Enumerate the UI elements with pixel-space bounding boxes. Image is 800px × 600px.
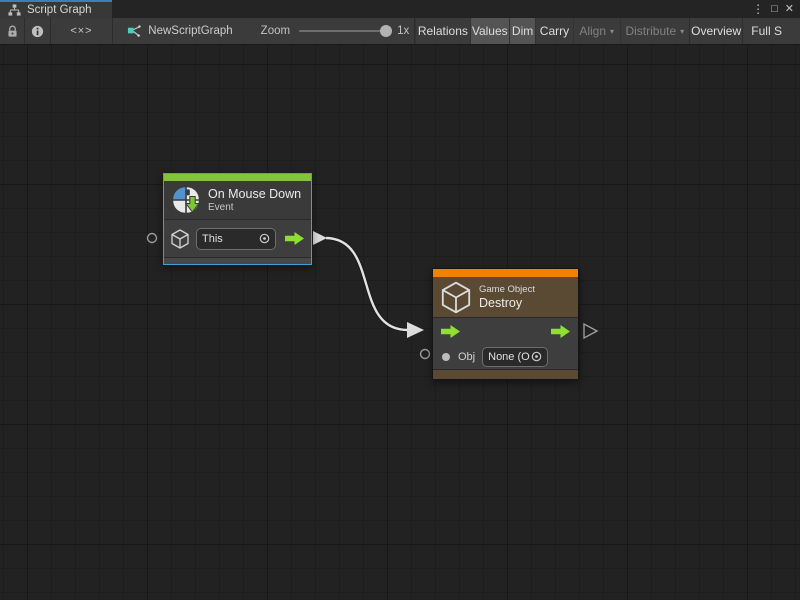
zoom-value: 1x [397, 25, 409, 37]
toggle-dim[interactable]: Dim [509, 18, 535, 44]
obj-input-field[interactable]: None (O [482, 347, 548, 367]
node-header[interactable]: On Mouse Down Event [164, 181, 311, 219]
node-header-text: On Mouse Down Event [208, 187, 301, 214]
info-button[interactable] [25, 18, 49, 44]
button-fullscreen-label: Full S [751, 24, 782, 38]
edit-source-button[interactable]: <×> [51, 18, 113, 44]
button-overview[interactable]: Overview [690, 18, 742, 44]
toggle-values[interactable]: Values [470, 18, 509, 44]
graph-asset-icon [127, 24, 142, 39]
trigger-output-port[interactable] [285, 232, 304, 245]
script-graph-window: Script Graph ⋮ □ ✕ [0, 0, 800, 600]
lock-button[interactable] [0, 18, 24, 44]
target-input-value: This [202, 233, 223, 245]
node-on-mouse-down[interactable]: On Mouse Down Event This [163, 173, 312, 265]
window-menu-icon[interactable]: ⋮ [752, 3, 764, 15]
obj-input-row: Obj None (O [433, 344, 578, 369]
graph-canvas[interactable]: On Mouse Down Event This [0, 45, 800, 600]
script-graph-tab-icon [8, 4, 21, 16]
node-accent-bar [433, 269, 578, 277]
destroy-obj-input-port[interactable] [421, 350, 430, 359]
wire-end-arrowhead [407, 322, 424, 338]
node-body: Obj None (O [433, 317, 578, 369]
graph-reference[interactable]: NewScriptGraph [113, 18, 232, 44]
button-overview-label: Overview [691, 24, 741, 38]
node-header-text: Game Object Destroy [479, 284, 535, 311]
trigger-output-port[interactable] [551, 325, 570, 338]
object-picker-icon[interactable] [531, 351, 542, 362]
toggle-carry-label: Carry [540, 24, 569, 38]
window-controls: ⋮ □ ✕ [752, 0, 800, 18]
dropdown-align-label: Align [579, 24, 606, 38]
node-accent-bar [164, 174, 311, 181]
close-icon[interactable]: ✕ [785, 4, 794, 15]
node-destroy[interactable]: Game Object Destroy [432, 268, 579, 380]
graph-toolbar: <×> NewScriptGraph Zoom 1x [0, 18, 800, 45]
zoom-label: Zoom [261, 25, 290, 37]
code-icon: <×> [70, 25, 92, 37]
toggle-relations[interactable]: Relations [415, 18, 469, 44]
target-input-field[interactable]: This [196, 228, 276, 250]
value-port-dot[interactable] [441, 352, 451, 362]
node-category: Game Object [479, 284, 535, 296]
connection-wire[interactable] [313, 231, 424, 338]
node-footer [433, 369, 578, 379]
node-header[interactable]: Game Object Destroy [433, 277, 578, 317]
toggle-dim-label: Dim [512, 24, 533, 38]
dropdown-distribute[interactable]: Distribute ▾ [620, 18, 689, 44]
zoom-control: Zoom 1x [261, 18, 415, 44]
maximize-icon[interactable]: □ [771, 4, 778, 15]
toggle-relations-label: Relations [418, 24, 468, 38]
node-subtitle: Event [208, 202, 301, 214]
game-object-cube-icon [441, 281, 471, 314]
obj-input-value: None (O [488, 351, 530, 363]
lock-icon [7, 25, 18, 38]
connections-overlay [0, 45, 800, 600]
tab-title: Script Graph [27, 4, 92, 16]
trigger-port-row [433, 318, 578, 344]
graph-name: NewScriptGraph [148, 25, 232, 37]
mouse-down-event-icon [172, 186, 200, 214]
toggle-carry[interactable]: Carry [535, 18, 573, 44]
tab-bar: Script Graph ⋮ □ ✕ [0, 0, 800, 18]
wire-start-arrowhead [313, 231, 327, 245]
game-object-cube-icon [171, 229, 189, 249]
node-footer [164, 257, 311, 264]
zoom-slider-knob[interactable] [380, 25, 392, 37]
node-title: Destroy [479, 296, 535, 311]
obj-input-label: Obj [458, 351, 475, 363]
node-title: On Mouse Down [208, 187, 301, 202]
dropdown-align[interactable]: Align ▾ [573, 18, 620, 44]
chevron-down-icon: ▾ [680, 27, 684, 36]
button-fullscreen[interactable]: Full S [743, 18, 800, 44]
zoom-slider-track[interactable] [299, 30, 391, 32]
dropdown-distribute-label: Distribute [625, 24, 676, 38]
chevron-down-icon: ▾ [610, 27, 614, 36]
zoom-slider[interactable] [299, 25, 391, 37]
destroy-trigger-output-port[interactable] [584, 324, 597, 338]
omd-target-input-port[interactable] [148, 234, 157, 243]
node-body: This [164, 219, 311, 257]
info-icon [31, 25, 44, 38]
trigger-input-port[interactable] [441, 325, 460, 338]
toggle-values-label: Values [472, 24, 508, 38]
object-picker-icon[interactable] [259, 233, 270, 244]
tab-script-graph[interactable]: Script Graph [0, 0, 112, 18]
